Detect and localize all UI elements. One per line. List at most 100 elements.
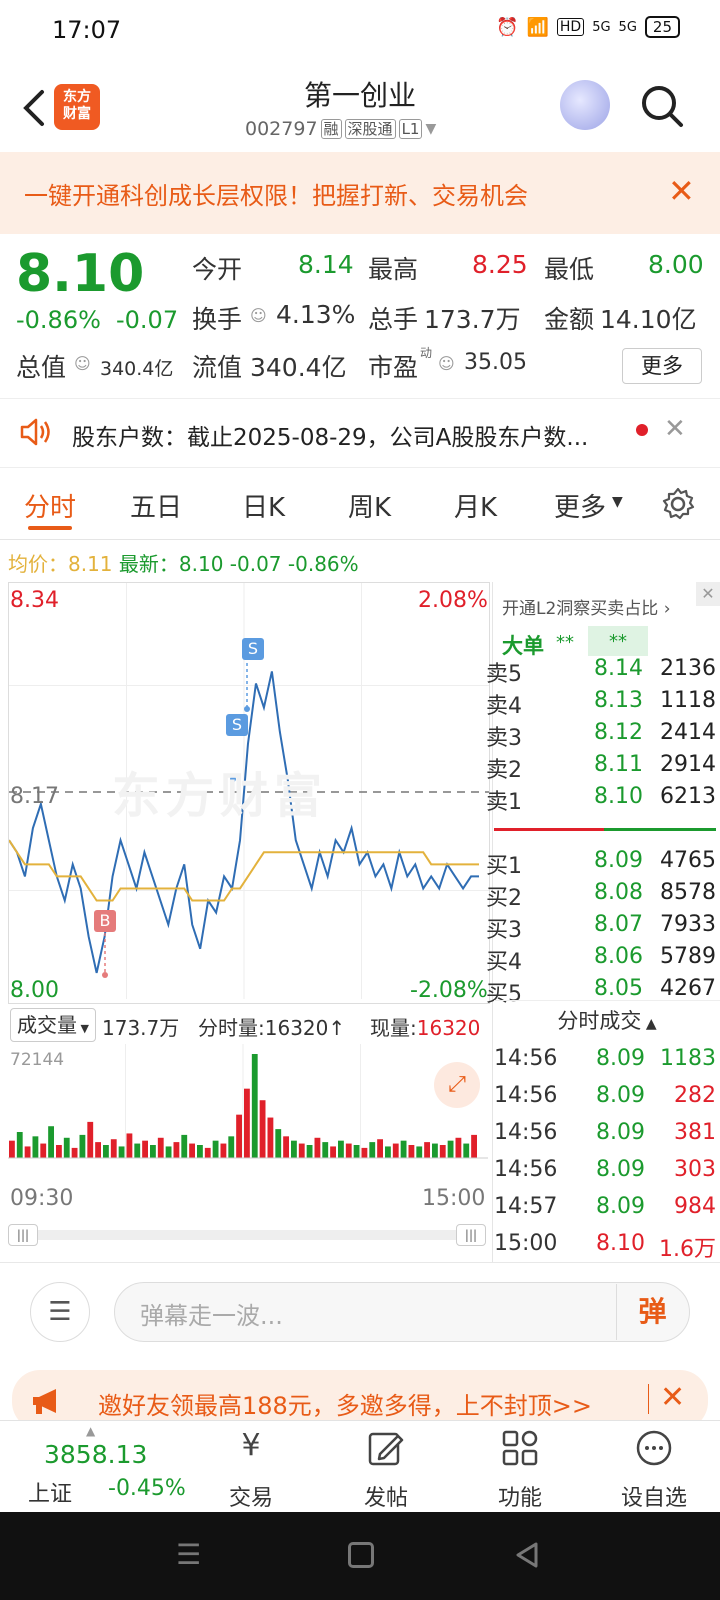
float-value: 340.4亿 [250, 353, 347, 382]
volume-bar [16, 1132, 23, 1158]
stock-code: 002797 [245, 118, 318, 140]
fs-vol: 分时量:16320↑ [198, 1016, 346, 1040]
bid-volume: 5789 [660, 944, 716, 969]
vol-indicator-select[interactable]: 成交量 ▼ [10, 1008, 96, 1042]
battery-icon: 25 [644, 16, 680, 38]
volume-bar [439, 1145, 446, 1158]
tick-volume: 282 [674, 1083, 716, 1108]
scroll-handle-right[interactable]: ||| [456, 1224, 486, 1246]
last-value: 8.10 [178, 552, 224, 576]
high-value: 8.25 [472, 250, 528, 279]
tab-week-k[interactable]: 周K [348, 487, 391, 524]
tab-five-day[interactable]: 五日 [130, 487, 182, 524]
close-icon[interactable]: ✕ [696, 582, 720, 606]
volume-chart[interactable] [8, 1044, 490, 1184]
info-icon[interactable]: ☺ [438, 354, 455, 373]
tick-volume: 1.6万 [659, 1237, 716, 1262]
caret-up-icon: ▲ [86, 1424, 96, 1438]
index-change[interactable]: -0.45% [108, 1476, 186, 1501]
volume-bar [118, 1146, 125, 1158]
home-icon[interactable] [348, 1542, 374, 1568]
volume-bar [197, 1145, 203, 1158]
menu-icon[interactable]: ☰ [176, 1538, 201, 1571]
edit-post-icon[interactable] [366, 1428, 406, 1468]
buy-marker[interactable]: B [94, 910, 116, 932]
nav-trade[interactable]: 交易 [226, 1480, 276, 1512]
time-scrollbar[interactable] [8, 1230, 486, 1240]
volume-bar [32, 1136, 39, 1158]
back-icon[interactable] [512, 1540, 542, 1570]
volume-bar [150, 1145, 156, 1158]
volume-bar [244, 1088, 250, 1158]
bid-label: 买1 [486, 854, 522, 879]
volume-bar [134, 1143, 141, 1158]
nav-function[interactable]: 功能 [494, 1480, 546, 1512]
add-watchlist-icon[interactable] [634, 1428, 674, 1468]
alarm-icon: ⏰ [496, 16, 519, 38]
volume-bar [471, 1134, 477, 1158]
stock-subtitle[interactable]: 002797 融 深股通 L1 ▼ [245, 118, 436, 140]
trade-icon[interactable]: ¥ [226, 1428, 276, 1468]
gear-icon[interactable] [660, 486, 696, 522]
search-icon[interactable] [640, 84, 684, 128]
nav-post[interactable]: 发帖 [360, 1480, 412, 1512]
notice-text[interactable]: 股东户数：截止2025-08-29，公司A股股东户数... [72, 418, 622, 452]
close-icon[interactable]: ✕ [664, 414, 686, 444]
divider [0, 1262, 720, 1263]
open-value: 8.14 [298, 250, 354, 279]
comment-settings-icon[interactable]: ☰ [30, 1282, 90, 1342]
volume-bar [87, 1121, 94, 1158]
scroll-handle-left[interactable]: ||| [8, 1224, 38, 1246]
ask-volume: 6213 [660, 784, 716, 809]
tab-more[interactable]: 更多 [554, 487, 606, 524]
x-start-label: 09:30 [10, 1186, 74, 1211]
bid-price: 8.06 [594, 944, 643, 969]
promo-banner-text[interactable]: 一键开通科创成长层权限！把握打新、交易机会 [24, 176, 528, 211]
volume-bar [56, 1145, 62, 1158]
open-label: 今开 [192, 255, 243, 284]
l2-promo[interactable]: 开通L2洞察买卖占比 › [502, 594, 671, 619]
tag-level: L1 [398, 119, 423, 139]
pct-max-label: 2.08% [418, 588, 488, 613]
bid-label: 买3 [486, 918, 522, 943]
index-value[interactable]: 3858.13 [44, 1440, 147, 1469]
invite-promo-text[interactable]: 邀好友领最高188元，多邀多得，上不封顶>> [98, 1386, 592, 1421]
tick-volume: 984 [674, 1194, 716, 1219]
info-icon[interactable]: ☺ [250, 306, 267, 325]
volume-bar [314, 1137, 321, 1158]
more-button[interactable]: 更多 [622, 348, 702, 384]
grid-function-icon[interactable] [500, 1428, 540, 1468]
divider [648, 1384, 649, 1414]
volume-bar [251, 1054, 258, 1158]
volume-bar [275, 1129, 282, 1158]
ask-label: 卖1 [486, 790, 522, 815]
volume-bar [189, 1143, 195, 1158]
tab-day-k[interactable]: 日K [242, 487, 285, 524]
assistant-robot-icon[interactable] [560, 80, 610, 130]
chevron-down-icon: ▼ [425, 121, 437, 137]
index-name[interactable]: 上证 [28, 1476, 72, 1508]
bid-volume: 4765 [660, 848, 716, 873]
tab-intraday[interactable]: 分时 [24, 487, 76, 524]
ask-price: 8.11 [594, 752, 643, 777]
volume-bar [455, 1137, 462, 1158]
pct-min-label: -2.08% [410, 978, 488, 1003]
sell-marker[interactable]: S [226, 714, 248, 736]
ask-price: 8.14 [594, 656, 643, 681]
nav-add-watchlist[interactable]: 设自选 [616, 1480, 692, 1512]
close-icon[interactable]: ✕ [668, 175, 695, 207]
sell-marker[interactable]: S [242, 638, 264, 660]
danmu-toggle-button[interactable]: 弹 [616, 1284, 688, 1340]
volume-bar [142, 1140, 148, 1158]
vol-max-label: 72144 [10, 1050, 65, 1070]
expand-icon[interactable]: ⤢ [434, 1062, 480, 1108]
volume-bar [385, 1146, 391, 1158]
tab-month-k[interactable]: 月K [454, 487, 497, 524]
ticks-header[interactable]: 分时成交 ▲ [494, 1000, 720, 1035]
fs-vol-value: 16320 [264, 1016, 329, 1040]
close-icon[interactable]: ✕ [660, 1380, 685, 1415]
info-icon[interactable]: ☺ [74, 354, 91, 373]
danmu-placeholder[interactable]: 弹幕走一波... [140, 1296, 283, 1331]
tick-time: 14:56 [494, 1157, 558, 1182]
volume-bar [126, 1133, 133, 1158]
